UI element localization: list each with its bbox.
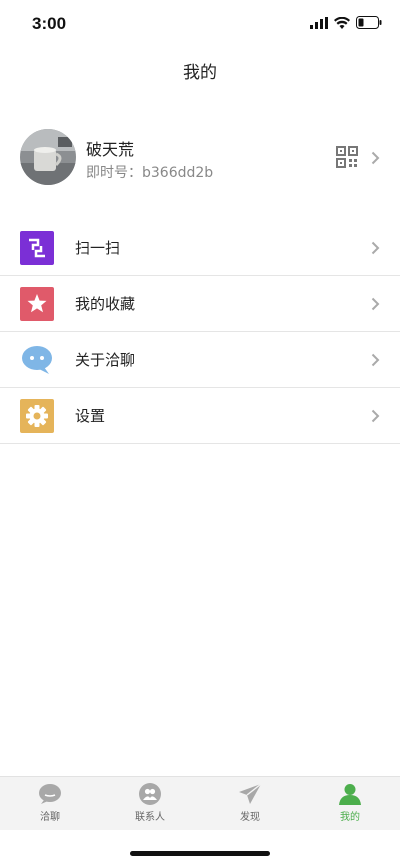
menu-item-favorites[interactable]: 我的收藏 (0, 276, 400, 332)
chat-bubble-icon (20, 343, 54, 377)
menu-item-label: 扫一扫 (75, 239, 121, 257)
tab-label: 发现 (240, 812, 260, 823)
tab-contacts[interactable]: 联系人 (100, 777, 200, 830)
wifi-icon (334, 16, 350, 29)
tab-chat[interactable]: 洽聊 (0, 777, 100, 830)
status-time: 3:00 (32, 14, 67, 33)
menu-item-label: 关于洽聊 (75, 351, 136, 369)
tab-label: 洽聊 (40, 812, 60, 823)
contacts-icon (139, 783, 161, 805)
tab-discover[interactable]: 发现 (200, 777, 300, 830)
chevron-right-icon (371, 150, 380, 169)
person-icon (339, 784, 361, 805)
chevron-right-icon (371, 352, 380, 371)
star-icon (20, 287, 54, 321)
chevron-right-icon (371, 408, 380, 427)
menu-item-about[interactable]: 关于洽聊 (0, 332, 400, 388)
tab-bar: 洽聊 联系人 发现 我的 (0, 776, 400, 830)
chevron-right-icon (371, 240, 380, 259)
menu-item-settings[interactable]: 设置 (0, 388, 400, 444)
gear-icon (20, 399, 54, 433)
tab-label: 联系人 (135, 812, 165, 823)
menu-item-label: 设置 (75, 407, 106, 425)
chat-icon (39, 784, 61, 804)
avatar (20, 129, 76, 185)
status-bar: 3:00 (0, 0, 400, 46)
signal-icon (310, 16, 328, 29)
battery-icon (356, 16, 382, 29)
profile-name: 破天荒 (86, 140, 135, 159)
menu-item-scan[interactable]: 扫一扫 (0, 220, 400, 276)
home-indicator (130, 851, 270, 856)
profile-card[interactable]: 破天荒 即时号：b366dd2b (0, 122, 400, 194)
page-title: 我的 (183, 63, 217, 83)
chevron-right-icon (371, 296, 380, 315)
qr-code-icon[interactable] (336, 146, 358, 172)
profile-id: 即时号：b366dd2b (86, 165, 214, 181)
status-icons (310, 16, 382, 29)
tab-label: 我的 (340, 812, 360, 823)
menu-item-label: 我的收藏 (75, 295, 136, 313)
tab-me[interactable]: 我的 (300, 777, 400, 830)
scan-icon (20, 231, 54, 265)
send-icon (239, 783, 262, 804)
settings-menu: 扫一扫 我的收藏 关于洽聊 设置 (0, 220, 400, 444)
